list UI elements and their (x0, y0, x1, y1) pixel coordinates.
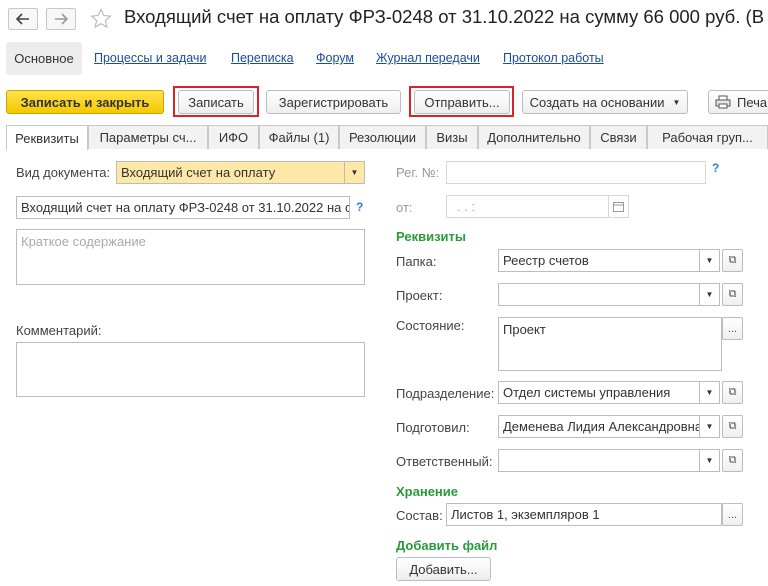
chevron-down-icon: ▼ (350, 168, 359, 177)
reg-no-field[interactable] (446, 161, 706, 184)
prepared-by-field[interactable]: Деменева Лидия Александровна ▼ (498, 415, 720, 438)
reg-no-label: Рег. №: (396, 165, 440, 180)
subnav-forum[interactable]: Форум (316, 51, 354, 65)
chevron-down-icon: ▼ (672, 97, 681, 107)
subnav-work-log[interactable]: Протокол работы (503, 51, 604, 65)
chevron-down-icon: ▼ (705, 256, 714, 265)
state-select-button[interactable]: ... (722, 317, 743, 340)
composition-select-button[interactable]: ... (722, 503, 743, 526)
create-based-on-button[interactable]: Создать на основании ▼ (522, 90, 688, 114)
tab-files[interactable]: Файлы (1) (259, 125, 339, 149)
doc-name-help-icon[interactable]: ? (356, 200, 363, 214)
project-open-button[interactable]: ⧉ (722, 283, 743, 306)
chevron-down-icon: ▼ (705, 388, 714, 397)
doc-type-label: Вид документа: (16, 165, 111, 180)
comment-label: Комментарий: (16, 323, 102, 338)
create-based-on-label: Создать на основании (529, 94, 665, 110)
responsible-open-button[interactable]: ⧉ (722, 449, 743, 472)
responsible-dropdown[interactable]: ▼ (699, 450, 719, 471)
summary-textarea[interactable]: Краткое содержание (16, 229, 365, 285)
project-dropdown[interactable]: ▼ (699, 284, 719, 305)
reg-no-help-icon[interactable]: ? (712, 161, 719, 175)
responsible-label: Ответственный: (396, 454, 493, 469)
register-button[interactable]: Зарегистрировать (266, 90, 401, 114)
requisites-section-title: Реквизиты (396, 229, 466, 244)
forward-button[interactable] (46, 8, 76, 30)
reg-date-placeholder: . . : (457, 199, 476, 214)
doc-name-field[interactable]: Входящий счет на оплату ФРЗ-0248 от 31.1… (16, 196, 350, 219)
department-open-button[interactable]: ⧉ (722, 381, 743, 404)
printer-icon (715, 95, 731, 109)
department-dropdown[interactable]: ▼ (699, 382, 719, 403)
prepared-by-value: Деменева Лидия Александровна (503, 419, 703, 434)
state-label: Состояние: (396, 318, 465, 333)
summary-placeholder: Краткое содержание (21, 234, 146, 249)
calendar-button[interactable] (608, 196, 628, 217)
print-label: Печа (737, 94, 768, 110)
department-value: Отдел системы управления (503, 385, 671, 400)
tab-visas[interactable]: Визы (426, 125, 478, 149)
doc-type-field[interactable]: Входящий счет на оплату ▼ (116, 161, 365, 184)
add-file-section-title: Добавить файл (396, 538, 498, 553)
tab-requisites[interactable]: Реквизиты (6, 125, 88, 150)
state-value: Проект (503, 322, 546, 337)
state-field[interactable]: Проект (498, 317, 722, 371)
open-window-icon: ⧉ (728, 386, 737, 398)
responsible-field[interactable]: ▼ (498, 449, 720, 472)
calendar-icon (613, 202, 624, 212)
tab-additional[interactable]: Дополнительно (478, 125, 590, 149)
reg-date-label: от: (396, 200, 413, 215)
window-title: Входящий счет на оплату ФРЗ-0248 от 31.1… (124, 6, 765, 27)
project-field[interactable]: ▼ (498, 283, 720, 306)
arrow-right-icon (55, 13, 68, 25)
open-window-icon: ⧉ (728, 254, 737, 266)
reg-date-field[interactable]: . . : (446, 195, 629, 218)
subnav-correspondence[interactable]: Переписка (231, 51, 294, 65)
subnav-transfer-log[interactable]: Журнал передачи (376, 51, 480, 65)
add-file-button[interactable]: Добавить... (396, 557, 491, 581)
tab-resolutions[interactable]: Резолюции (339, 125, 426, 149)
save-and-close-button[interactable]: Записать и закрыть (6, 90, 164, 114)
chevron-down-icon: ▼ (705, 290, 714, 299)
tab-invoice-params[interactable]: Параметры сч... (88, 125, 208, 149)
favorite-star-icon[interactable] (90, 8, 112, 32)
project-label: Проект: (396, 288, 443, 303)
highlight-send (409, 86, 514, 117)
composition-value: Листов 1, экземпляров 1 (451, 507, 600, 522)
tab-ifo[interactable]: ИФО (208, 125, 259, 149)
storage-section-title: Хранение (396, 484, 458, 499)
arrow-left-icon (16, 13, 29, 25)
composition-label: Состав: (396, 508, 443, 523)
folder-label: Папка: (396, 254, 437, 269)
comment-textarea[interactable] (16, 342, 365, 397)
print-button[interactable]: Печа (708, 90, 768, 114)
folder-open-button[interactable]: ⧉ (722, 249, 743, 272)
tab-links[interactable]: Связи (590, 125, 647, 149)
chevron-down-icon: ▼ (705, 422, 714, 431)
folder-dropdown[interactable]: ▼ (699, 250, 719, 271)
composition-field[interactable]: Листов 1, экземпляров 1 (446, 503, 722, 526)
open-window-icon: ⧉ (728, 420, 737, 432)
open-window-icon: ⧉ (728, 454, 737, 466)
chevron-down-icon: ▼ (705, 456, 714, 465)
doc-name-value: Входящий счет на оплату ФРЗ-0248 от 31.1… (21, 200, 350, 215)
subnav-processes[interactable]: Процессы и задачи (94, 51, 206, 65)
subnav-main[interactable]: Основное (6, 42, 82, 75)
prepared-by-dropdown[interactable]: ▼ (699, 416, 719, 437)
doc-type-value: Входящий счет на оплату (121, 165, 276, 180)
folder-value: Реестр счетов (503, 253, 589, 268)
department-label: Подразделение: (396, 386, 495, 401)
prepared-by-open-button[interactable]: ⧉ (722, 415, 743, 438)
tab-workgroup[interactable]: Рабочая груп... (647, 125, 768, 149)
folder-field[interactable]: Реестр счетов ▼ (498, 249, 720, 272)
back-button[interactable] (8, 8, 38, 30)
highlight-save (173, 86, 259, 117)
open-window-icon: ⧉ (728, 288, 737, 300)
department-field[interactable]: Отдел системы управления ▼ (498, 381, 720, 404)
doc-type-dropdown[interactable]: ▼ (344, 162, 364, 183)
prepared-by-label: Подготовил: (396, 420, 470, 435)
